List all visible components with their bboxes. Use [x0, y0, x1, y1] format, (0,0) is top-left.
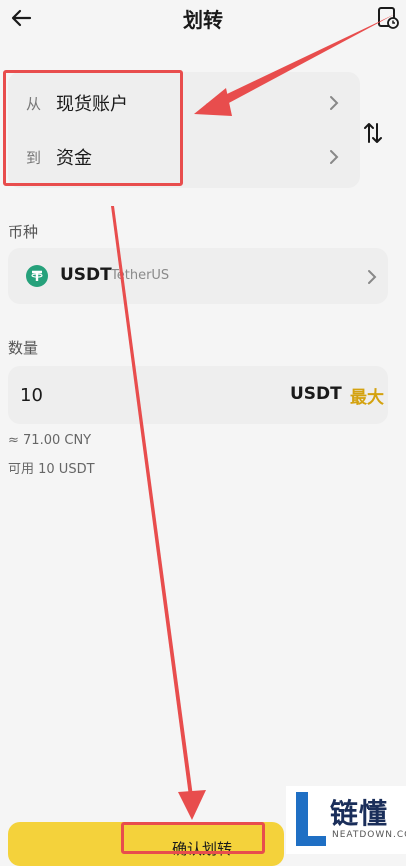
available-balance: 可用 10 USDT	[8, 462, 95, 477]
arrow-left-icon	[11, 9, 32, 27]
amount-unit: USDT	[290, 384, 342, 404]
logo-l-icon	[296, 792, 326, 846]
watermark-name: 链懂	[330, 797, 389, 830]
document-clock-icon	[378, 7, 399, 29]
approx-value: ≈ 71.00 CNY	[8, 433, 92, 448]
coin-name: TetherUS	[111, 268, 170, 283]
from-account-value: 现货账户	[56, 94, 128, 115]
to-account-row[interactable]: 到 资金	[8, 136, 350, 180]
chevron-right-icon	[330, 96, 339, 110]
swap-button[interactable]	[360, 118, 386, 148]
from-account-row[interactable]: 从 现货账户	[8, 82, 350, 126]
coin-symbol: USDT	[60, 265, 112, 285]
coin-selector[interactable]: USDT TetherUS	[8, 248, 388, 304]
header-bar: 划转	[0, 0, 406, 40]
amount-section-label: 数量	[8, 339, 39, 357]
confirm-transfer-button[interactable]: 确认划转	[8, 822, 284, 866]
chevron-right-icon	[330, 150, 339, 164]
back-button[interactable]	[6, 4, 38, 32]
coin-section-label: 币种	[8, 223, 39, 241]
history-button[interactable]	[376, 4, 400, 30]
tether-icon	[26, 265, 48, 287]
amount-card: USDT 最大	[8, 366, 388, 424]
page-title: 划转	[183, 8, 223, 32]
watermark-sub: NEATDOWN.COM	[332, 830, 406, 840]
max-button[interactable]: 最大	[350, 383, 384, 408]
annotation-arrowhead-down	[178, 790, 206, 820]
to-account-value: 资金	[56, 148, 92, 169]
amount-input[interactable]	[20, 379, 250, 411]
confirm-label: 确认划转	[172, 840, 233, 858]
watermark-logo: 链懂 NEATDOWN.COM	[286, 786, 406, 854]
from-label: 从	[26, 95, 42, 113]
swap-vertical-icon	[364, 123, 382, 143]
chevron-right-icon	[368, 270, 377, 284]
to-label: 到	[26, 149, 42, 167]
